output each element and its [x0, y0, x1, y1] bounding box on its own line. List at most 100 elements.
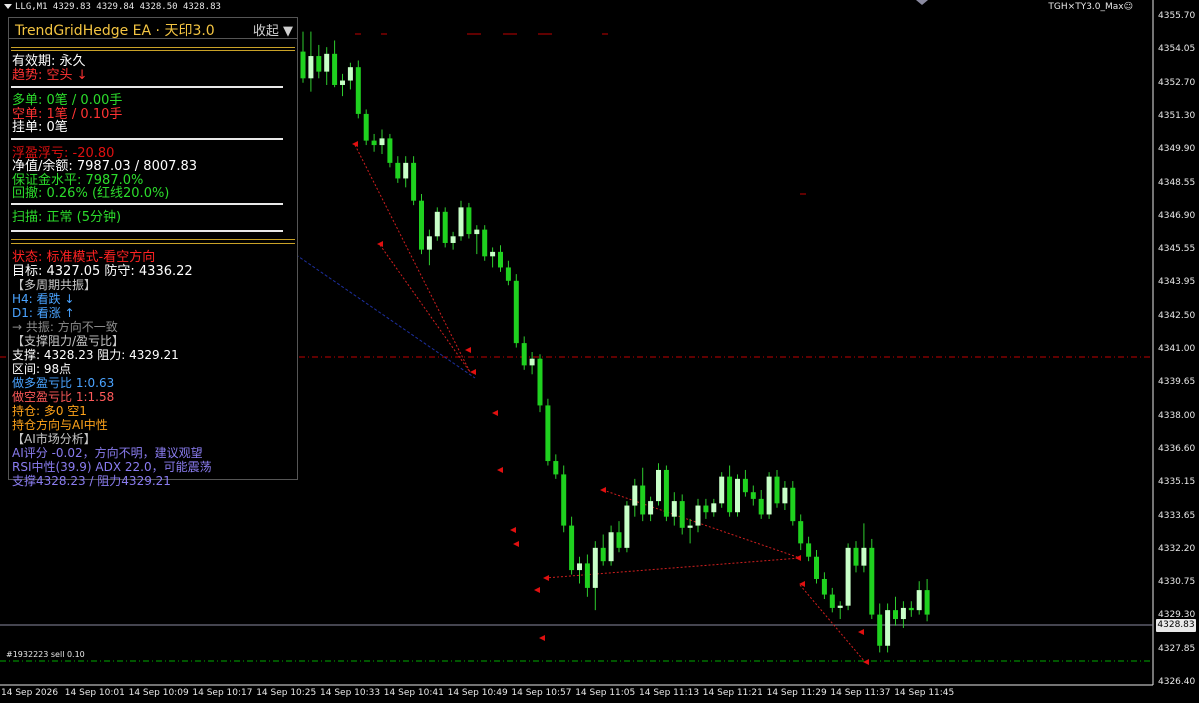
candle — [663, 465, 669, 522]
candle-body — [490, 251, 496, 257]
candle-body — [750, 492, 756, 499]
candle-body — [387, 138, 393, 163]
candle-body — [727, 476, 733, 513]
candle — [679, 494, 685, 535]
candlesticks — [300, 31, 930, 653]
trade-line-2 — [379, 244, 471, 373]
candle — [513, 274, 519, 348]
sell-arrow — [543, 575, 549, 581]
candle — [687, 518, 693, 544]
candle-body — [687, 525, 693, 528]
candle-body — [656, 469, 661, 502]
candle-body — [324, 53, 330, 72]
candle-body — [908, 607, 914, 611]
candle — [640, 467, 646, 522]
candle — [545, 398, 551, 466]
candle-body — [434, 211, 440, 237]
candle-body — [561, 474, 567, 526]
candle — [403, 156, 409, 188]
candle-body — [608, 532, 614, 562]
price-tick: 4333.65 — [1158, 510, 1196, 521]
price-tick: 4339.65 — [1158, 377, 1196, 388]
sell-arrow — [600, 487, 606, 493]
candle — [790, 481, 796, 526]
candle-body — [426, 236, 432, 250]
candle — [750, 485, 756, 506]
candle-body — [316, 56, 322, 72]
gold-divider — [11, 239, 295, 240]
panel-line: 区间: 98点 — [12, 362, 72, 376]
price-tick: 4336.60 — [1158, 443, 1196, 454]
candle — [363, 109, 369, 146]
sell-arrow — [497, 467, 503, 473]
trade-line-3 — [544, 557, 801, 579]
time-tick: 14 Sep 10:01 — [64, 688, 125, 698]
sell-arrow — [377, 241, 383, 247]
candle-body — [632, 485, 638, 506]
panel-line: 有效期: 永久 — [12, 54, 86, 69]
price-tick: 4332.20 — [1158, 543, 1196, 554]
gold-divider — [11, 47, 295, 48]
candle-body — [545, 405, 551, 462]
time-tick: 14 Sep 11:29 — [766, 688, 827, 698]
collapse-button[interactable]: 收起 ▼ — [253, 20, 293, 39]
candle — [648, 496, 654, 522]
pending-order-marks — [355, 33, 806, 195]
candle — [577, 556, 582, 584]
sell-arrow — [513, 541, 519, 547]
candle-body — [308, 56, 314, 79]
candle-body — [616, 532, 622, 548]
panel-line: 多单: 0笔 / 0.00手 — [12, 93, 123, 108]
candle-body — [363, 113, 369, 141]
time-tick: 14 Sep 11:37 — [830, 688, 891, 698]
candle — [719, 472, 725, 508]
panel-line: 趋势: 空头 ↓ — [12, 68, 88, 83]
panel-line: 持仓: 多0 空1 — [12, 404, 87, 418]
candle — [537, 354, 543, 413]
sell-arrow — [863, 659, 869, 665]
ea-info-panel: TrendGridHedge EA · 天印3.0 收起 ▼ 有效期: 永久 趋势… — [8, 17, 298, 488]
panel-line: 回撤: 0.26% (红线20.0%) — [12, 186, 170, 201]
divider — [11, 230, 283, 232]
divider — [11, 86, 283, 88]
candle-body — [924, 590, 930, 615]
candle-body — [829, 594, 835, 608]
candle-body — [853, 547, 859, 566]
sell-arrow — [799, 581, 805, 587]
price-tick: 4355.70 — [1158, 11, 1196, 21]
order-label: #1932223 sell 0.10 — [6, 650, 85, 659]
candle-body — [505, 267, 511, 281]
price-tick: 4330.75 — [1158, 577, 1196, 588]
candle-body — [640, 485, 646, 515]
candle-body — [782, 487, 788, 504]
candle-body — [671, 501, 677, 517]
candle-body — [711, 503, 717, 513]
candle-body — [719, 476, 725, 504]
candle — [877, 603, 883, 653]
sell-arrow — [795, 555, 801, 561]
candle-body — [395, 162, 401, 179]
candle — [893, 596, 898, 626]
candle — [766, 472, 772, 519]
candle — [434, 207, 440, 241]
candle — [592, 541, 598, 611]
candle — [829, 587, 835, 613]
candle-body — [703, 505, 709, 513]
panel-line: 【AI市场分析】 — [12, 432, 96, 446]
dropdown-arrow-icon[interactable] — [4, 4, 12, 9]
panel-line: H4: 看跌 ↓ — [12, 292, 75, 306]
candle-body — [845, 547, 851, 606]
candle-body — [569, 525, 575, 571]
candle — [442, 207, 448, 248]
candle — [466, 202, 472, 239]
price-tick: 4343.95 — [1158, 277, 1196, 288]
time-tick: 14 Sep 11:45 — [894, 688, 955, 698]
panel-line: AI评分 -0.02，方向不明，建议观望 — [12, 446, 203, 460]
price-tick: 4329.30 — [1158, 610, 1196, 621]
candle — [505, 260, 511, 286]
candle-body — [482, 229, 488, 257]
candle-body — [774, 476, 780, 504]
price-tick: 4342.50 — [1158, 310, 1196, 321]
panel-line: 净值/余额: 7987.03 / 8007.83 — [12, 159, 198, 174]
sell-arrow — [470, 369, 476, 375]
